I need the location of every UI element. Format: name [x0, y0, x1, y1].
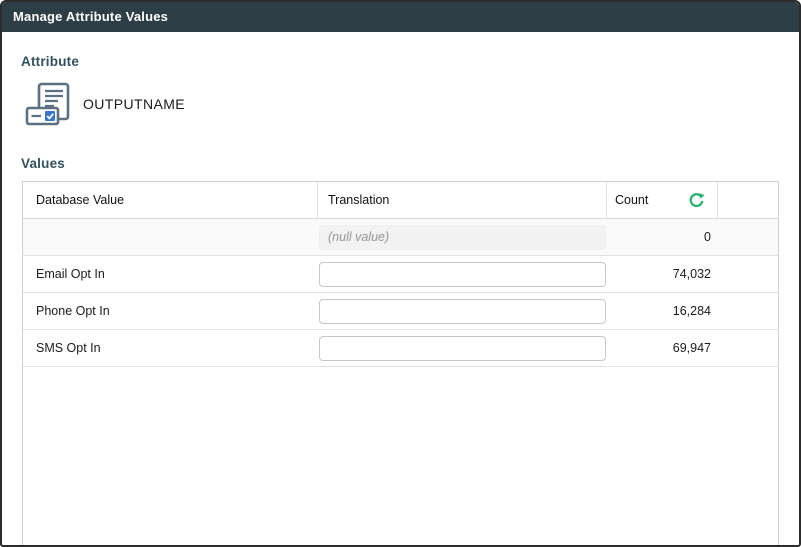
count-cell: 69,947	[672, 341, 711, 355]
table-header-row: Database Value Translation Count	[23, 182, 778, 219]
row-spacer-cell	[718, 256, 778, 292]
table-row: Phone Opt In 16,284	[23, 293, 778, 330]
row-spacer-cell	[718, 219, 778, 255]
dialog-title: Manage Attribute Values	[2, 2, 799, 32]
attribute-row: OUTPUTNAME	[25, 82, 799, 126]
database-value-cell: Phone Opt In	[36, 304, 110, 318]
translation-cell	[318, 256, 607, 292]
column-header-database-value: Database Value	[23, 182, 318, 218]
translation-input[interactable]	[319, 298, 606, 324]
column-header-translation: Translation	[318, 182, 607, 218]
table-row: (null value) 0	[23, 219, 778, 256]
count-cell: 0	[704, 230, 711, 244]
column-header-spacer	[718, 182, 778, 218]
row-spacer-cell	[718, 330, 778, 366]
database-value-cell: SMS Opt In	[36, 341, 101, 355]
count-cell: 74,032	[672, 267, 711, 281]
table-row: SMS Opt In 69,947	[23, 330, 778, 367]
manage-attribute-values-dialog: Manage Attribute Values Attribute OUTPUT…	[0, 0, 801, 547]
translation-cell	[318, 293, 607, 329]
count-cell: 16,284	[672, 304, 711, 318]
table-body: (null value) 0 Email Opt In 74,032 Phone Opt…	[23, 219, 778, 367]
database-value-cell	[23, 219, 318, 255]
refresh-icon[interactable]	[688, 192, 705, 209]
values-table: Database Value Translation Count (null v…	[22, 181, 779, 545]
table-row: Email Opt In 74,032	[23, 256, 778, 293]
values-section-label: Values	[21, 156, 65, 171]
translation-null-value: (null value)	[319, 224, 606, 250]
attribute-name: OUTPUTNAME	[83, 96, 185, 112]
attribute-checklist-icon	[25, 82, 70, 126]
translation-cell	[318, 330, 607, 366]
column-header-count: Count	[607, 182, 718, 218]
translation-cell: (null value)	[318, 219, 607, 255]
attribute-section-label: Attribute	[21, 54, 80, 69]
database-value-cell: Email Opt In	[36, 267, 105, 281]
count-header-label: Count	[615, 193, 649, 207]
translation-input[interactable]	[319, 335, 606, 361]
translation-input[interactable]	[319, 261, 606, 287]
row-spacer-cell	[718, 293, 778, 329]
